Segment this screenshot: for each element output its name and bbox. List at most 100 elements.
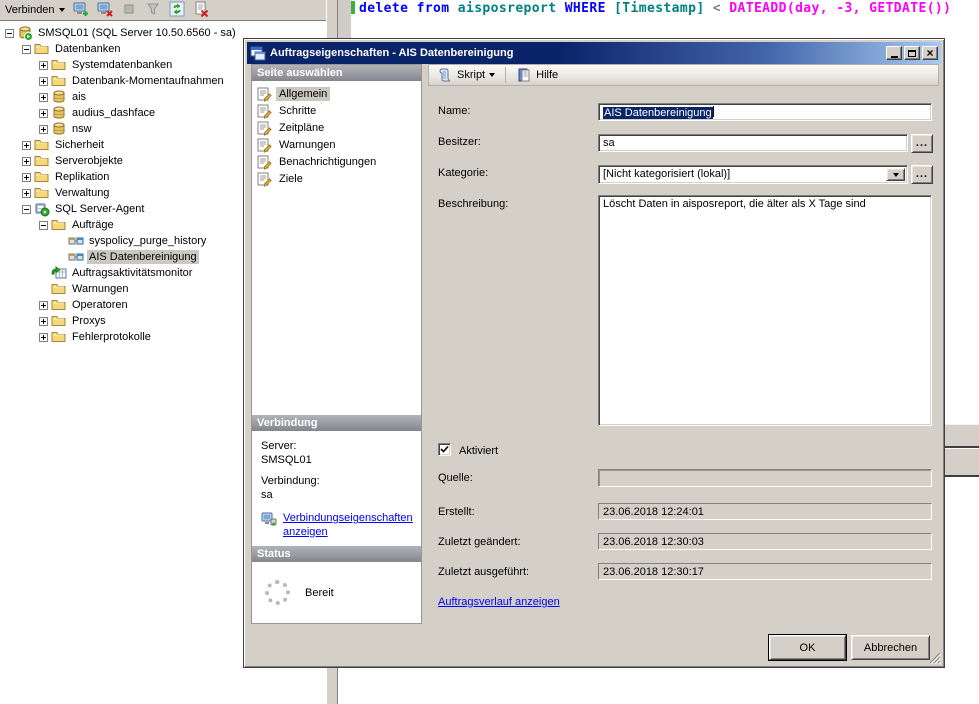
expand-plus-icon[interactable] [39,317,48,326]
dialog-titlebar[interactable]: Auftragseigenschaften - AIS Datenbereini… [247,42,941,64]
description-label: Beschreibung: [438,198,508,210]
expand-plus-icon[interactable] [39,93,48,102]
category-browse-button[interactable]: ... [911,165,933,184]
category-dropdown[interactable]: [Nicht kategorisiert (lokal)] [598,165,908,184]
tree-item-label[interactable]: Datenbank-Momentaufnahmen [70,74,226,88]
sql-query-text[interactable]: delete from aisposreport WHERE [Timestam… [359,1,951,16]
disconnect-server-button[interactable] [96,1,115,19]
server-icon [17,25,33,41]
tree-item-label[interactable]: audius_dashface [70,106,157,120]
tree-item-label[interactable]: Fehlerprotokolle [70,330,153,344]
page-list-item[interactable]: Allgemein [252,85,421,102]
expand-plus-icon[interactable] [39,109,48,118]
tree-item-label[interactable]: Auftragsaktivitätsmonitor [70,266,194,280]
expand-plus-icon[interactable] [39,77,48,86]
owner-input[interactable]: sa [598,134,908,152]
script-error-button[interactable] [192,1,211,19]
connect-server-button[interactable] [72,1,91,19]
sql-token: DATEADD(day, -3, GETDATE()) [729,1,951,16]
folder-icon [34,41,50,57]
filter-button[interactable] [144,1,163,19]
cancel-button[interactable]: Abbrechen [851,635,930,660]
sql-token: delete from [359,1,458,16]
expander-spacer [39,285,48,294]
ok-button[interactable]: OK [769,635,846,660]
folder-icon [51,73,67,89]
page-item-label: Allgemein [276,87,330,101]
folder-icon [51,217,67,233]
collapse-minus-icon[interactable] [22,45,31,54]
owner-browse-button[interactable]: ... [911,134,933,153]
tree-item-label[interactable]: SQL Server-Agent [53,202,146,216]
view-job-history-link[interactable]: Auftragsverlauf anzeigen [438,596,560,608]
stop-icon [121,1,137,20]
tree-item-label[interactable]: nsw [70,122,94,136]
refresh-button[interactable] [168,1,187,19]
tree-item-label[interactable]: Datenbanken [53,42,122,56]
view-connection-properties-link[interactable]: Verbindungseigenschaften anzeigen [283,511,409,539]
tree-item-label[interactable]: Systemdatenbanken [70,58,174,72]
server-value: SMSQL01 [261,453,421,467]
page-list-item[interactable]: Ziele [252,170,421,187]
tree-item-label[interactable]: Sicherheit [53,138,106,152]
expand-plus-icon[interactable] [22,173,31,182]
tree-item-label[interactable]: Serverobjekte [53,154,125,168]
close-button[interactable]: × [922,46,938,60]
tree-item-label[interactable]: ais [70,90,88,104]
help-button[interactable]: Hilfe [512,66,562,84]
help-icon [516,67,532,83]
folder-icon [51,297,67,313]
help-button-label: Hilfe [536,69,558,81]
dialog-toolbar: Skript Hilfe [428,64,939,86]
enabled-checkbox[interactable] [438,443,451,456]
status-panel: Bereit [252,562,421,623]
tree-item-label[interactable]: syspolicy_purge_history [87,234,208,248]
tree-item-label[interactable]: Replikation [53,170,111,184]
name-input[interactable]: AIS Datenbereinigung [598,103,932,121]
script-button-label: Skript [457,69,485,81]
page-list-item[interactable]: Zeitpläne [252,119,421,136]
disconnect-server-icon [97,1,113,20]
tree-item-label[interactable]: SMSQL01 (SQL Server 10.50.6560 - sa) [36,26,238,40]
page-list-item[interactable]: Warnungen [252,136,421,153]
database-icon [51,105,67,121]
resize-grip[interactable] [928,651,941,664]
connection-label: Verbindung: [261,474,421,488]
tree-item-label[interactable]: AIS Datenbereinigung [87,250,199,264]
folder-icon [34,137,50,153]
tree-item-label[interactable]: Proxys [70,314,108,328]
expand-plus-icon[interactable] [39,61,48,70]
enabled-label: Aktiviert [459,445,498,457]
description-textarea[interactable]: Löscht Daten in aisposreport, die älter … [598,195,932,426]
folder-icon [34,169,50,185]
sql-token: aisposreport [458,1,565,16]
tree-item-label[interactable]: Operatoren [70,298,130,312]
collapse-minus-icon[interactable] [39,221,48,230]
connect-button[interactable]: Verbinden [1,1,69,19]
script-button[interactable]: Skript [433,66,499,84]
dropdown-button[interactable] [886,168,905,181]
maximize-button[interactable] [904,46,920,60]
tree-item-label[interactable]: Aufträge [70,218,116,232]
expand-plus-icon[interactable] [39,301,48,310]
tree-item-label[interactable]: Warnungen [70,282,130,296]
sql-token: < [713,1,729,16]
name-label: Name: [438,105,470,117]
collapse-minus-icon[interactable] [5,29,14,38]
expand-plus-icon[interactable] [22,141,31,150]
expand-plus-icon[interactable] [22,157,31,166]
collapse-minus-icon[interactable] [22,205,31,214]
refresh-icon [169,1,185,20]
minimize-button[interactable] [886,46,902,60]
page-list-item[interactable]: Schritte [252,102,421,119]
page-list-item[interactable]: Benachrichtigungen [252,153,421,170]
sql-token: WHERE [565,1,614,16]
tree-item-label[interactable]: Verwaltung [53,186,111,200]
last-executed-label: Zuletzt ausgeführt: [438,566,529,578]
expand-plus-icon[interactable] [39,125,48,134]
dialog-title: Auftragseigenschaften - AIS Datenbereini… [270,47,882,59]
expand-plus-icon[interactable] [39,333,48,342]
filter-icon [145,1,161,20]
expand-plus-icon[interactable] [22,189,31,198]
stop-button[interactable] [120,1,139,19]
